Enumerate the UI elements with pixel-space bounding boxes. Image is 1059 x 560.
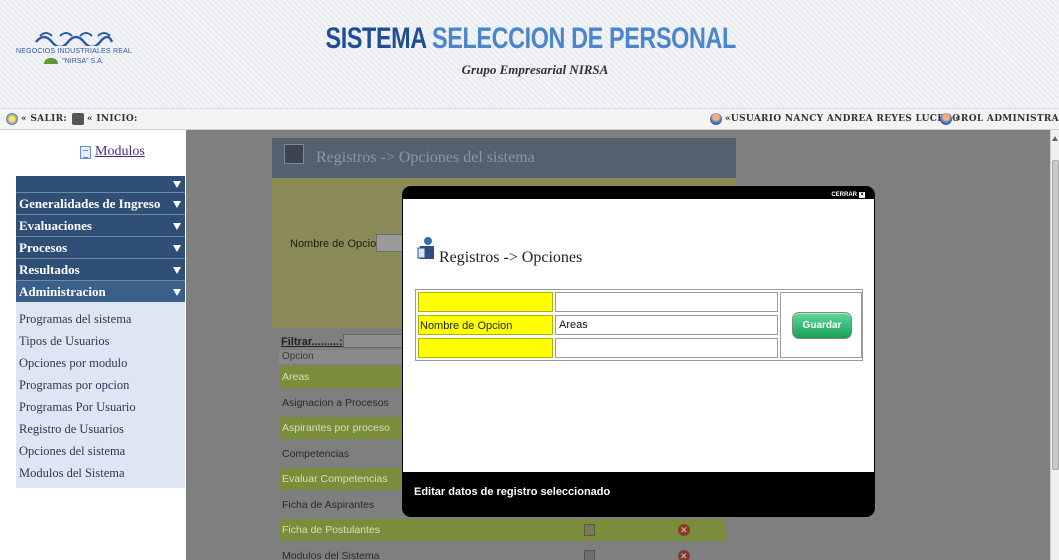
registry-person-icon <box>417 237 434 259</box>
menu-item-evaluaciones[interactable]: Evaluaciones <box>16 214 185 236</box>
row-label: Modulos del Sistema <box>282 549 380 560</box>
panel-title: Registros -> Opciones del sistema <box>316 149 535 166</box>
empty-input-field[interactable] <box>555 292 778 312</box>
modal-close-button[interactable]: CERRAR × <box>831 192 865 198</box>
scrollbar[interactable] <box>1050 130 1059 560</box>
registry-icon <box>284 144 304 164</box>
chevron-down-icon <box>173 201 181 208</box>
chevron-down-icon <box>173 181 181 188</box>
submenu-item[interactable]: Modulos del Sistema <box>19 462 185 484</box>
sidebar-menu: Generalidades de Ingreso Evaluaciones Pr… <box>16 176 185 488</box>
submenu-item[interactable]: Tipos de Usuarios <box>19 330 185 352</box>
row-label: Areas <box>282 371 310 383</box>
modulos-label: Modulos <box>95 144 145 159</box>
empty-label-cell <box>418 292 553 312</box>
menu-item-resultados[interactable]: Resultados <box>16 258 185 280</box>
chevron-down-icon <box>173 223 181 230</box>
nombre-opcion-input[interactable]: Areas <box>555 315 778 335</box>
empty-input-field[interactable] <box>555 338 778 358</box>
role-info: «ROL ADMINISTRADOR <box>940 113 1059 125</box>
salir-link[interactable]: « SALIR: <box>6 113 67 125</box>
empty-label-cell <box>418 338 553 358</box>
column-header-opcion: Opcion <box>279 350 404 364</box>
nombre-opcion-label: Nombre de Opcion <box>418 315 553 335</box>
edit-modal: CERRAR × Registros -> Opciones Nombre de… <box>402 186 875 517</box>
chevron-down-icon <box>173 289 181 296</box>
user-info: «USUARIO NANCY ANDREA REYES LUCERO <box>710 113 960 125</box>
inicio-label: « INICIO: <box>87 114 138 124</box>
salir-label: « SALIR: <box>21 114 67 124</box>
menu-collapse-bar[interactable] <box>16 176 185 192</box>
modulos-link[interactable]: Modulos <box>80 144 145 160</box>
row-label: Competencias <box>282 447 350 460</box>
system-title: SISTEMA SELECCION DE PERSONAL <box>118 22 944 56</box>
system-subtitle: Grupo Empresarial NIRSA <box>461 62 609 77</box>
submenu-item[interactable]: Programas del sistema <box>19 308 185 330</box>
user-icon <box>710 113 722 125</box>
home-icon <box>72 113 84 125</box>
row-label: Asignacion a Procesos <box>282 396 389 409</box>
filter-label: Filtrar.........: <box>281 336 343 348</box>
sidebar: Modulos Generalidades de Ingreso Evaluac… <box>0 130 186 560</box>
menu-item-procesos[interactable]: Procesos <box>16 236 185 258</box>
close-icon: × <box>859 192 865 198</box>
row-label: Ficha de Postulantes <box>282 524 381 536</box>
submenu-item[interactable]: Opciones del sistema <box>19 440 185 462</box>
modal-title: Registros -> Opciones <box>439 249 583 266</box>
panel-field-label: Nombre de Opcion <box>290 238 383 250</box>
edit-icon[interactable] <box>584 549 595 560</box>
role-label: «ROL ADMINISTRADOR <box>955 114 1059 124</box>
submenu-item[interactable]: Programas Por Usuario <box>19 396 185 418</box>
chevron-down-icon <box>173 267 181 274</box>
row-label: Ficha de Aspirantes <box>282 498 375 511</box>
inicio-link[interactable]: « INICIO: <box>72 113 138 125</box>
edit-icon[interactable] <box>584 524 595 536</box>
guardar-button[interactable]: Guardar <box>792 312 852 339</box>
row-label: Evaluar Competencias <box>282 473 388 485</box>
table-row[interactable]: Ficha de Postulantes <box>279 519 726 541</box>
chevron-down-icon <box>173 245 181 252</box>
menu-item-generalidades[interactable]: Generalidades de Ingreso <box>16 192 185 214</box>
form-table: Nombre de Opcion Areas Guardar <box>415 289 863 361</box>
user-label: «USUARIO NANCY ANDREA REYES LUCERO <box>725 114 961 124</box>
row-label: Aspirantes por proceso <box>282 422 390 434</box>
delete-icon[interactable] <box>678 519 690 541</box>
top-bar: « SALIR: « INICIO: «USUARIO NANCY ANDREA… <box>0 108 1059 130</box>
role-icon <box>940 113 952 125</box>
document-icon <box>80 145 91 159</box>
submenu-item[interactable]: Registro de Usuarios <box>19 418 185 440</box>
system-title-part1: SISTEMA <box>325 22 427 55</box>
close-label: CERRAR <box>831 192 857 198</box>
scroll-up-icon[interactable] <box>1052 136 1058 141</box>
logo-waves-icon <box>35 32 114 46</box>
submenu-administracion: Programas del sistema Tipos de Usuarios … <box>16 302 185 488</box>
modal-content: Registros -> Opciones Nombre de Opcion A… <box>403 199 874 472</box>
submenu-item[interactable]: Programas por opcion <box>19 374 185 396</box>
panel-header: Registros -> Opciones del sistema <box>272 138 736 178</box>
app-header: NEGOCIOS INDUSTRIALES REAL "NIRSA" S.A. … <box>0 0 1059 108</box>
submenu-item[interactable]: Opciones por modulo <box>19 352 185 374</box>
table-row[interactable]: Modulos del Sistema <box>279 545 726 560</box>
scroll-thumb[interactable] <box>1052 160 1059 470</box>
menu-item-administracion[interactable]: Administracion <box>16 280 185 302</box>
modal-footer-text: Editar datos de registro seleccionado <box>414 486 611 498</box>
delete-icon[interactable] <box>678 545 690 560</box>
filter-input[interactable] <box>343 334 403 348</box>
exit-icon <box>6 113 18 125</box>
system-title-part2: SELECCION DE PERSONAL <box>432 22 736 55</box>
button-cell: Guardar <box>780 292 862 358</box>
